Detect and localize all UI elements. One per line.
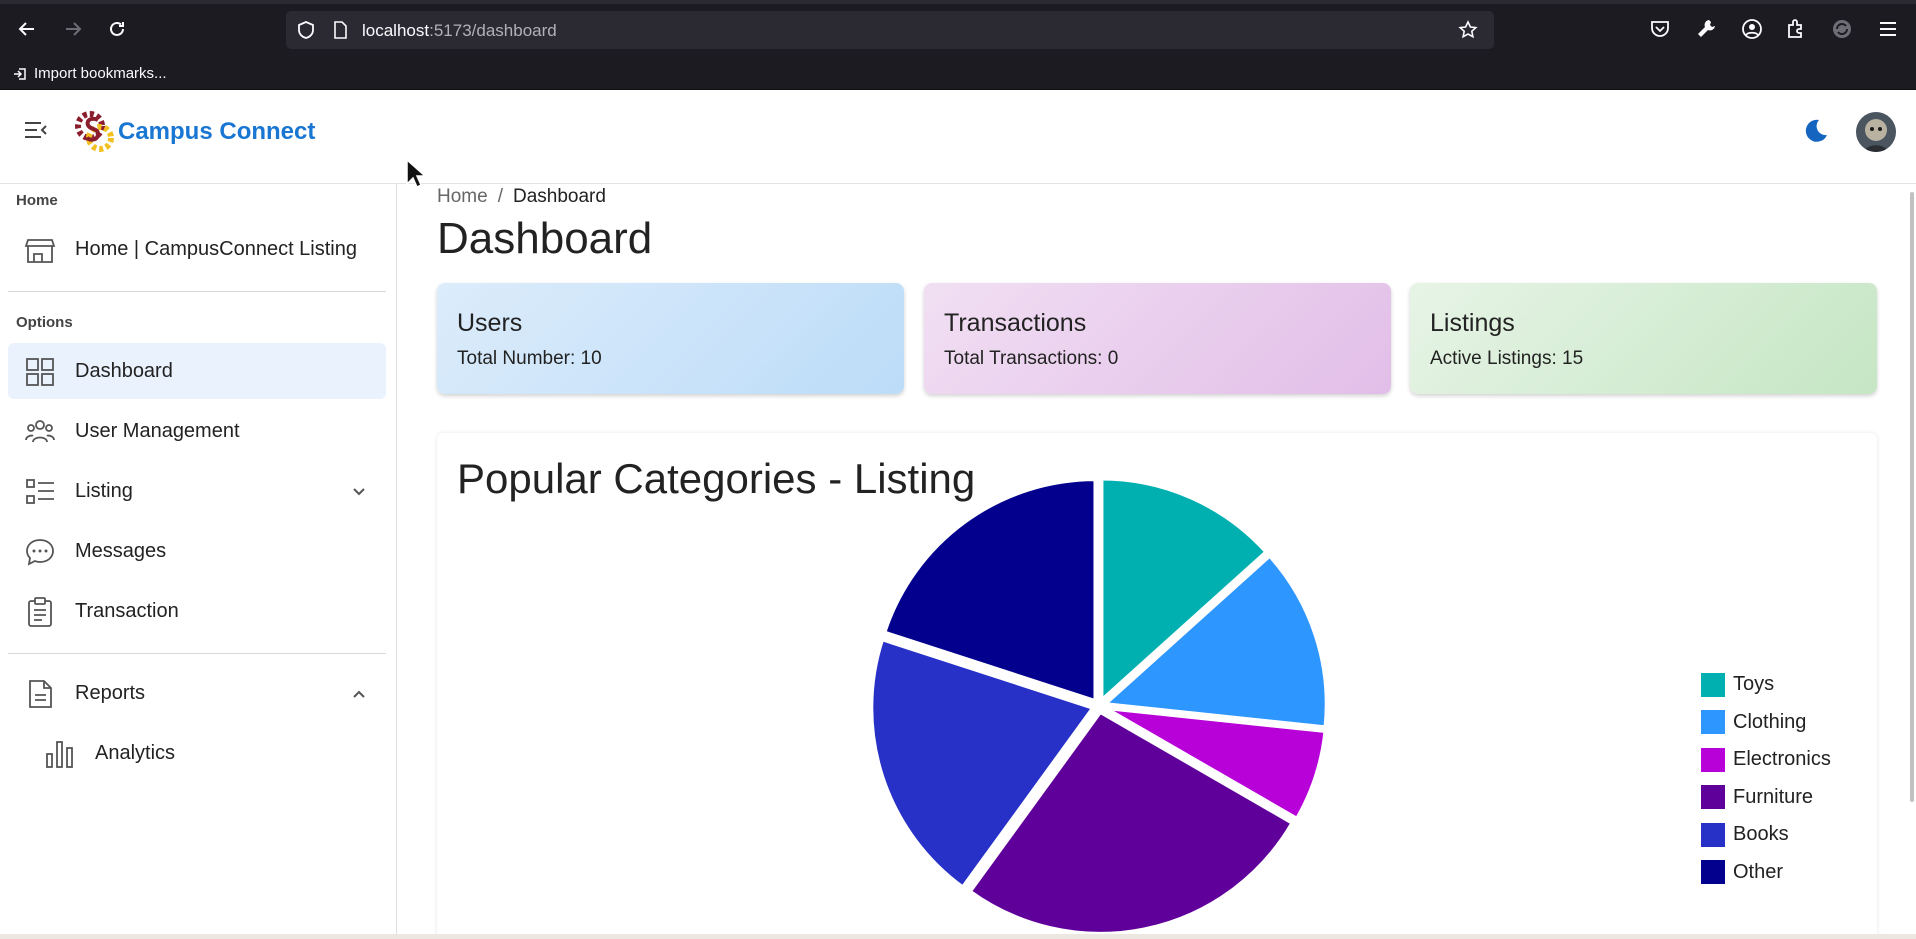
legend-item-other[interactable]: Other <box>1701 854 1831 892</box>
sidebar-item-transaction[interactable]: Transaction <box>8 583 386 639</box>
sidebar-item-messages[interactable]: Messages <box>8 523 386 579</box>
chevron-down-icon[interactable] <box>350 483 368 501</box>
legend-label: Furniture <box>1733 785 1814 808</box>
sidebar-item-home[interactable]: Home | CampusConnect Listing <box>8 221 386 277</box>
scrollbar[interactable] <box>1910 192 1914 802</box>
import-bookmarks-label: Import bookmarks... <box>34 65 167 82</box>
wrench-icon[interactable] <box>1694 17 1718 41</box>
legend-item-electronics[interactable]: Electronics <box>1701 741 1831 779</box>
sidebar-item-label: Listing <box>75 479 133 502</box>
card-subtitle: Total Transactions: 0 <box>944 348 1119 369</box>
tab-strip-edge <box>0 0 1916 4</box>
legend-label: Toys <box>1733 673 1775 696</box>
sidebar-item-label: Dashboard <box>75 359 173 382</box>
sidebar-item-label: User Management <box>75 419 240 442</box>
page-icon <box>330 20 350 40</box>
url-text[interactable]: localhost:5173/dashboard <box>362 21 557 41</box>
shield-icon[interactable] <box>296 20 316 40</box>
url-path: :5173/dashboard <box>429 21 557 40</box>
pie-chart <box>869 476 1329 936</box>
dashboard-grid-icon <box>24 356 56 388</box>
campus-connect-logo[interactable] <box>72 106 116 154</box>
sidebar-item-label: Home | CampusConnect Listing <box>75 237 357 260</box>
url-host: localhost <box>362 21 430 40</box>
sidebar-item-label: Messages <box>75 539 167 562</box>
page-title: Dashboard <box>437 214 653 263</box>
document-icon <box>24 678 56 710</box>
legend-label: Clothing <box>1733 710 1807 733</box>
sidebar-item-label: Reports <box>75 681 146 704</box>
avatar[interactable] <box>1856 112 1896 152</box>
list-icon <box>24 476 56 508</box>
bar-chart-icon <box>44 738 76 770</box>
bookmarks-bar: Import bookmarks... <box>0 58 1916 90</box>
back-icon[interactable] <box>12 14 42 44</box>
app-header: Campus Connect <box>0 90 1916 184</box>
breadcrumb-separator: / <box>497 186 503 207</box>
transactions-stat-card[interactable]: Transactions Total Transactions: 0 <box>924 283 1391 394</box>
sidebar: Home Home | CampusConnect Listing Option… <box>0 184 397 939</box>
dark-mode-toggle-icon[interactable] <box>1800 116 1830 146</box>
breadcrumb-current: Dashboard <box>512 186 606 207</box>
breadcrumb-home-link[interactable]: Home <box>437 186 488 207</box>
brand-name[interactable]: Campus Connect <box>118 118 315 146</box>
legend-item-toys[interactable]: Toys <box>1701 666 1831 704</box>
divider <box>8 653 386 654</box>
chevron-up-icon[interactable] <box>350 685 368 703</box>
sidebar-item-user-management[interactable]: User Management <box>8 403 386 459</box>
card-subtitle: Total Number: 10 <box>457 348 602 369</box>
pocket-icon[interactable] <box>1648 17 1672 41</box>
legend-item-furniture[interactable]: Furniture <box>1701 779 1831 817</box>
legend-swatch <box>1701 860 1725 885</box>
divider <box>8 291 386 292</box>
legend-item-books[interactable]: Books <box>1701 816 1831 854</box>
browser-toolbar: localhost:5173/dashboard <box>0 0 1916 58</box>
legend-label: Electronics <box>1733 748 1831 771</box>
sidebar-item-label: Analytics <box>95 741 176 764</box>
import-icon <box>14 67 26 80</box>
clipboard-icon <box>24 596 56 628</box>
breadcrumb: Home / Dashboard <box>437 186 606 208</box>
card-title: Transactions <box>944 309 1087 337</box>
chart-legend: Toys Clothing Electronics Furniture Books Oth… <box>1701 666 1831 891</box>
bookmark-star-icon[interactable] <box>1458 20 1478 40</box>
mouse-cursor-icon <box>405 158 429 190</box>
import-bookmarks-link[interactable]: Import bookmarks... <box>12 65 167 82</box>
sidebar-item-analytics[interactable]: Analytics <box>8 725 386 781</box>
section-label-home: Home <box>16 192 58 209</box>
menu-icon[interactable] <box>1876 17 1900 41</box>
forward-icon[interactable] <box>58 14 88 44</box>
account-icon[interactable] <box>1740 17 1764 41</box>
extensions-icon[interactable] <box>1784 17 1808 41</box>
card-title: Listings <box>1430 309 1515 337</box>
chat-bubble-icon <box>24 536 56 568</box>
users-icon <box>24 416 56 448</box>
sidebar-item-listing[interactable]: Listing <box>8 463 386 519</box>
card-subtitle: Active Listings: 15 <box>1430 348 1584 369</box>
store-icon <box>24 234 56 266</box>
legend-swatch <box>1701 672 1725 697</box>
legend-swatch <box>1701 747 1725 772</box>
section-label-options: Options <box>16 314 73 331</box>
address-bar[interactable]: localhost:5173/dashboard <box>286 11 1494 49</box>
reload-icon[interactable] <box>102 14 132 44</box>
legend-swatch <box>1701 785 1725 810</box>
legend-label: Other <box>1733 860 1784 883</box>
sidebar-item-dashboard[interactable]: Dashboard <box>8 343 386 399</box>
window-bottom-edge <box>0 934 1916 939</box>
sidebar-item-reports[interactable]: Reports <box>8 665 386 721</box>
chart-card: Popular Categories - Listing Toys Clothin… <box>437 433 1877 939</box>
legend-item-clothing[interactable]: Clothing <box>1701 704 1831 742</box>
legend-swatch <box>1701 710 1725 735</box>
listings-stat-card[interactable]: Listings Active Listings: 15 <box>1410 283 1877 394</box>
users-stat-card[interactable]: Users Total Number: 10 <box>437 283 904 394</box>
sync-icon[interactable] <box>1830 17 1854 41</box>
legend-swatch <box>1701 822 1725 847</box>
collapse-menu-icon[interactable] <box>22 116 50 144</box>
sidebar-item-label: Transaction <box>75 599 179 622</box>
legend-label: Books <box>1733 823 1789 846</box>
card-title: Users <box>457 309 523 337</box>
